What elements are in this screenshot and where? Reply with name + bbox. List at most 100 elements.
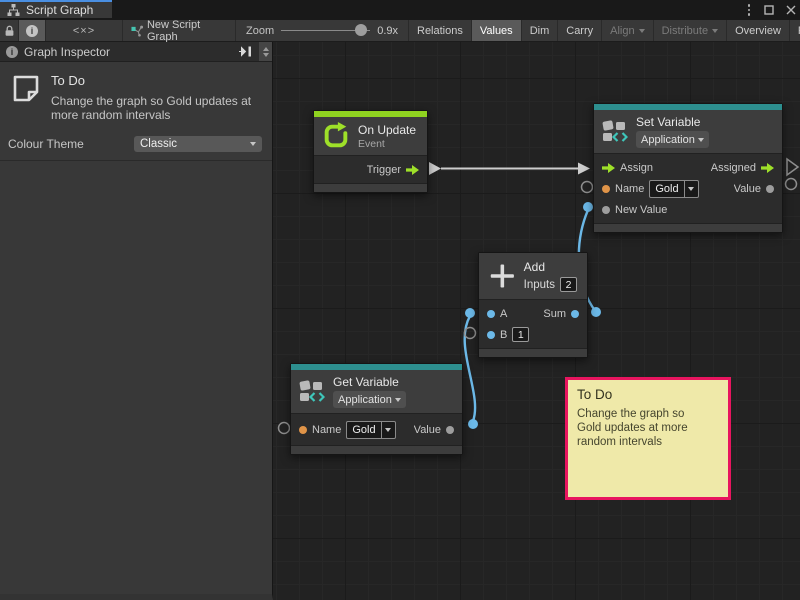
name-input-port[interactable]: [602, 185, 610, 193]
new-script-graph-label: New Script Graph: [147, 19, 227, 43]
lock-icon: [4, 25, 15, 37]
variables-icon: [299, 380, 325, 403]
variable-kind-dropdown[interactable]: Application: [636, 131, 709, 148]
port-sum-label: Sum: [543, 308, 566, 320]
chevron-down-icon: [385, 428, 391, 432]
port-b-label: B: [500, 329, 507, 341]
new-script-graph-button[interactable]: New Script Graph: [123, 20, 236, 41]
node-footer: [314, 183, 427, 192]
node-title: Add: [524, 260, 577, 274]
external-value-port[interactable]: [582, 182, 593, 193]
exec-wire-end-arrow: [578, 163, 590, 175]
node-footer: [291, 445, 462, 454]
inputs-label: Inputs: [524, 279, 555, 291]
exec-output-port[interactable]: [406, 165, 419, 175]
zoom-slider[interactable]: [281, 30, 370, 31]
variable-name-dropdown[interactable]: Gold: [346, 421, 395, 439]
inspector-note-summary: To Do Change the graph so Gold updates a…: [0, 62, 272, 132]
value-wire-value-to-a[interactable]: [465, 316, 475, 421]
graph-asset-icon: [131, 25, 143, 37]
tab-script-graph[interactable]: Script Graph: [0, 0, 112, 18]
colour-theme-dropdown[interactable]: Classic: [134, 136, 262, 152]
distribute-dropdown[interactable]: Distribute: [654, 20, 727, 41]
inspector-note-body: Change the graph so Gold updates at more…: [51, 95, 269, 122]
chevron-down-icon: [639, 29, 645, 33]
node-add[interactable]: Add Inputs 2 A Sum B 1: [478, 252, 588, 358]
add-icon: [489, 261, 516, 291]
exec-input-port[interactable]: [602, 163, 615, 173]
values-button[interactable]: Values: [472, 20, 522, 41]
chevron-down-icon: [712, 29, 718, 33]
wire-endpoint: [583, 202, 593, 212]
chevron-down-icon: [698, 138, 704, 142]
lock-button[interactable]: [0, 20, 19, 41]
relations-button[interactable]: Relations: [409, 20, 472, 41]
port-value-label: Value: [414, 424, 441, 436]
carry-button[interactable]: Carry: [558, 20, 602, 41]
sticky-note[interactable]: To Do Change the graph so Gold updates a…: [565, 377, 731, 500]
variable-name-dropdown[interactable]: Gold: [649, 180, 698, 198]
b-value-field[interactable]: 1: [512, 327, 529, 342]
align-dropdown[interactable]: Align: [602, 20, 653, 41]
script-graph-icon: [7, 4, 20, 16]
sum-output-port[interactable]: [571, 310, 579, 318]
external-exec-port[interactable]: [787, 159, 798, 175]
external-value-port[interactable]: [279, 423, 290, 434]
arrow-up-icon: [263, 47, 269, 51]
node-on-update[interactable]: On Update Event Trigger: [313, 110, 428, 193]
dim-button[interactable]: Dim: [522, 20, 559, 41]
external-value-port[interactable]: [786, 179, 797, 190]
zoom-slider-knob[interactable]: [355, 24, 367, 36]
window-menu-icon[interactable]: [746, 2, 753, 18]
node-footer: [594, 223, 782, 232]
maximize-icon[interactable]: [764, 5, 774, 15]
new-value-input-port[interactable]: [602, 206, 610, 214]
chevron-down-icon: [688, 187, 694, 191]
exec-output-port[interactable]: [761, 163, 774, 173]
port-assigned-label: Assigned: [711, 162, 756, 174]
panel-scroll-arrows[interactable]: [259, 42, 272, 61]
sticky-note-body: Change the graph so Gold updates at more…: [577, 407, 699, 449]
node-footer: [479, 348, 587, 357]
info-icon: i: [26, 25, 38, 37]
b-input-port[interactable]: [487, 331, 495, 339]
sticky-note-title: To Do: [577, 387, 719, 402]
chevron-down-icon: [395, 398, 401, 402]
node-get-variable[interactable]: Get Variable Application Name Gold Value: [290, 363, 463, 455]
port-trigger-label: Trigger: [367, 164, 401, 176]
inspector-title: Graph Inspector: [24, 45, 232, 59]
code-preview-button[interactable]: <×>: [46, 20, 123, 41]
overview-button[interactable]: Overview: [727, 20, 790, 41]
panel-dock-icon[interactable]: [238, 46, 252, 57]
zoom-control: Zoom 0.9x: [236, 20, 409, 41]
full-screen-button[interactable]: Full Screen: [790, 20, 800, 41]
value-output-port[interactable]: [766, 185, 774, 193]
exec-wire-start-arrow: [429, 162, 441, 175]
port-assign-label: Assign: [620, 162, 653, 174]
graph-inspector-panel: i Graph Inspector To Do Change the graph…: [0, 42, 273, 600]
port-name-label: Name: [615, 183, 644, 195]
zoom-label: Zoom: [246, 25, 274, 37]
window-titlebar: Script Graph: [0, 0, 800, 20]
external-value-port[interactable]: [465, 328, 476, 339]
variable-kind-dropdown[interactable]: Application: [333, 391, 406, 408]
inputs-count-field[interactable]: 2: [560, 277, 577, 292]
port-a-label: A: [500, 308, 507, 320]
wire-endpoint: [465, 308, 475, 318]
port-name-label: Name: [312, 424, 341, 436]
graph-toolbar: i <×> New Script Graph Zoom 0.9x Relatio…: [0, 20, 800, 42]
wire-endpoint: [468, 419, 478, 429]
graph-canvas[interactable]: On Update Event Trigger Set V: [273, 42, 800, 600]
value-output-port[interactable]: [446, 426, 454, 434]
inspector-toggle-button[interactable]: i: [19, 20, 46, 41]
name-input-port[interactable]: [299, 426, 307, 434]
variables-icon: [602, 120, 628, 143]
a-input-port[interactable]: [487, 310, 495, 318]
zoom-value: 0.9x: [377, 25, 398, 37]
node-title: Set Variable: [636, 115, 709, 129]
close-icon[interactable]: [786, 5, 796, 15]
node-set-variable[interactable]: Set Variable Application Assign Assigned: [593, 103, 783, 233]
inspector-note-title: To Do: [51, 73, 269, 88]
tab-label: Script Graph: [26, 3, 93, 17]
colour-theme-row: Colour Theme Classic: [0, 132, 272, 161]
